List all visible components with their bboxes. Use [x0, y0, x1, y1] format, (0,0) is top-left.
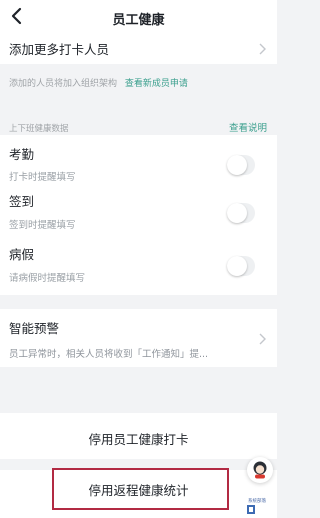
smart-warning-subtitle: 员工异常时，相关人员将收到「工作通知」提... — [9, 349, 209, 360]
watermark-text: 系统部落 — [248, 499, 266, 504]
new-member-requests-link[interactable]: 查看新成员申请 — [125, 79, 188, 89]
attendance-toggle[interactable] — [227, 155, 255, 175]
toggle-knob — [227, 203, 247, 223]
smart-warning-row[interactable]: 智能预警 员工异常时，相关人员将收到「工作通知」提... — [0, 309, 277, 367]
add-members-note-text: 添加的人员将加入组织架构 — [9, 79, 118, 89]
reminder-subtitle: 签到时提醒填写 — [9, 220, 76, 231]
reminder-title: 考勤 — [9, 147, 35, 162]
stop-health-checkin-button[interactable]: 停用员工健康打卡 — [0, 413, 277, 459]
checkin-toggle[interactable] — [227, 203, 255, 223]
highlight-box — [52, 468, 229, 510]
assistant-avatar-icon — [253, 461, 267, 479]
sick-leave-toggle[interactable] — [227, 256, 255, 276]
top-bar: 员工健康 — [0, 0, 277, 34]
help-link[interactable]: 查看说明 — [229, 120, 267, 134]
toggle-knob — [227, 155, 247, 175]
reminder-subtitle: 请病假时提醒填写 — [9, 273, 86, 284]
add-members-label: 添加更多打卡人员 — [9, 42, 110, 57]
reminder-title: 病假 — [9, 247, 35, 262]
toggle-knob — [227, 256, 247, 276]
chevron-right-icon — [259, 43, 266, 55]
reminder-subtitle: 打卡时提醒填写 — [9, 172, 76, 183]
stop-health-checkin-label: 停用员工健康打卡 — [88, 432, 189, 447]
reminders-card: 考勤 打卡时提醒填写 签到 签到时提醒填写 病假 请病假时提醒填写 — [0, 135, 277, 295]
reminders-section-label: 上下班健康数据 — [9, 124, 69, 134]
smart-warning-title: 智能预警 — [9, 321, 60, 336]
watermark-logo: 系统部落 — [246, 496, 276, 516]
page-title: 员工健康 — [112, 13, 165, 28]
add-members-note: 添加的人员将加入组织架构 查看新成员申请 — [9, 76, 188, 89]
reminder-title: 签到 — [9, 194, 35, 209]
add-members-row[interactable]: 添加更多打卡人员 — [0, 34, 277, 64]
floating-assistant-button[interactable] — [247, 457, 273, 483]
chevron-right-icon — [259, 333, 266, 345]
